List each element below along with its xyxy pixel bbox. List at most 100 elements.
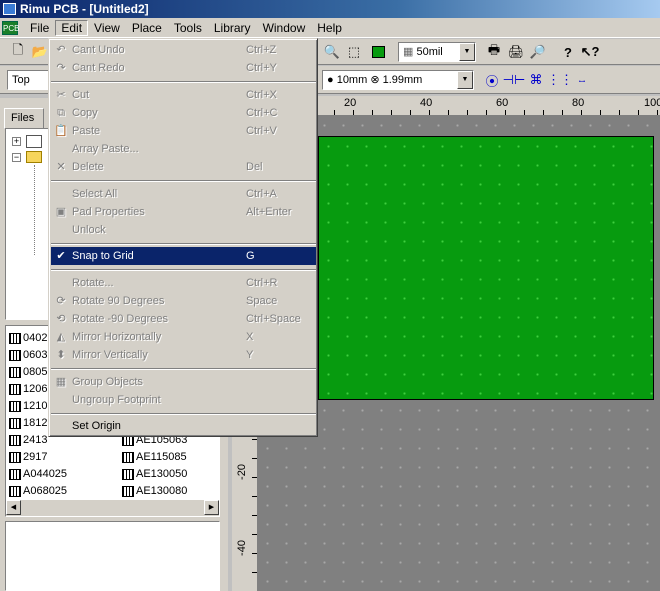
zoom-fit-icon[interactable]: ⬚ bbox=[344, 42, 364, 62]
list-item[interactable]: 1812 bbox=[9, 415, 47, 432]
mirror-vertical-icon: ⬍ bbox=[56, 349, 66, 361]
menu-help[interactable]: Help bbox=[311, 20, 348, 36]
menu-item-mirror-vertically[interactable]: ⬍ Mirror Vertically Y bbox=[51, 346, 316, 364]
scroll-right-icon[interactable]: ▶ bbox=[204, 500, 219, 515]
list-item[interactable]: 0603 bbox=[9, 347, 47, 364]
footprint-icon bbox=[122, 452, 134, 463]
menu-item-set-origin[interactable]: Set Origin bbox=[51, 417, 316, 435]
mirror-horizontal-icon: ◭ bbox=[56, 331, 66, 343]
list-item[interactable]: A068025 bbox=[9, 483, 67, 500]
footprint-icon bbox=[9, 452, 21, 463]
menu-item-group-objects[interactable]: ▦ Group Objects bbox=[51, 373, 316, 391]
list-item[interactable]: 1206 bbox=[9, 381, 47, 398]
layer-select[interactable]: Top bbox=[7, 70, 49, 90]
footprint-icon bbox=[9, 486, 21, 497]
pcb-board[interactable] bbox=[318, 136, 654, 400]
parts-scrollbar[interactable]: ◀ ▶ bbox=[6, 500, 219, 516]
via-icon[interactable]: ⦿ bbox=[482, 70, 502, 90]
copy-icon: ⧉ bbox=[57, 107, 65, 119]
menu-window[interactable]: Window bbox=[257, 20, 312, 36]
menu-item-paste[interactable]: 📋 Paste Ctrl+V bbox=[51, 122, 316, 140]
checkmark-icon: ✔ bbox=[56, 250, 66, 262]
footprint-icon bbox=[9, 367, 21, 378]
properties-box bbox=[5, 521, 220, 591]
group-icon: ▦ bbox=[55, 376, 67, 388]
open-folder-icon[interactable]: 📂 bbox=[30, 42, 50, 62]
menu-separator bbox=[51, 81, 316, 83]
list-item[interactable]: AE130080 bbox=[122, 483, 187, 500]
new-file-icon[interactable]: 🗋 bbox=[8, 42, 28, 62]
component-icon[interactable]: ⌘ bbox=[526, 70, 546, 90]
grid-size-select[interactable]: ▦ 50mil ▼ bbox=[398, 42, 476, 62]
tab-files[interactable]: Files bbox=[4, 108, 44, 129]
menu-file[interactable]: File bbox=[24, 20, 55, 36]
scroll-left-icon[interactable]: ◀ bbox=[6, 500, 21, 515]
expand-icon[interactable]: + bbox=[12, 137, 21, 146]
folder-icon bbox=[26, 151, 42, 163]
ruler-tick-label: 60 bbox=[496, 97, 509, 109]
ruler-tick-label: -40 bbox=[235, 540, 248, 556]
print-icon[interactable]: 🖶 bbox=[484, 42, 504, 62]
document-icon bbox=[26, 135, 42, 148]
menu-item-cut[interactable]: ✂ Cut Ctrl+X bbox=[51, 86, 316, 104]
menu-item-rotate-90[interactable]: ⟳ Rotate 90 Degrees Space bbox=[51, 292, 316, 310]
ruler-ticks bbox=[258, 110, 660, 115]
dashed-rect-icon[interactable]: ⋮⋮ bbox=[547, 70, 573, 90]
menu-item-rotate[interactable]: Rotate... Ctrl+R bbox=[51, 274, 316, 292]
footprint-icon bbox=[9, 384, 21, 395]
list-item[interactable]: 1210 bbox=[9, 398, 47, 415]
list-item[interactable]: AE130050 bbox=[122, 466, 187, 483]
menu-item-copy[interactable]: ⧉ Copy Ctrl+C bbox=[51, 104, 316, 122]
menu-item-delete[interactable]: ✕ Delete Del bbox=[51, 158, 316, 176]
pad-properties-icon: ▣ bbox=[55, 206, 67, 218]
context-help-icon[interactable]: ↖? bbox=[580, 42, 600, 62]
app-window-icon bbox=[3, 3, 16, 15]
menu-view[interactable]: View bbox=[88, 20, 126, 36]
menu-item-snap-to-grid[interactable]: ✔ Snap to Grid G bbox=[51, 247, 316, 265]
edit-menu: ↶ Cant Undo Ctrl+Z ↷ Cant Redo Ctrl+Y ✂ Cut Ct… bbox=[48, 38, 318, 437]
menu-item-pad-properties[interactable]: ▣ Pad Properties Alt+Enter bbox=[51, 203, 316, 221]
list-item[interactable]: 2917 bbox=[9, 449, 47, 466]
list-item[interactable]: AE115085 bbox=[122, 449, 187, 466]
menu-item-redo[interactable]: ↷ Cant Redo Ctrl+Y bbox=[51, 59, 316, 77]
menu-item-select-all[interactable]: Select All Ctrl+A bbox=[51, 185, 316, 203]
menu-library[interactable]: Library bbox=[208, 20, 257, 36]
dropdown-arrow-icon[interactable]: ▼ bbox=[457, 71, 473, 89]
help-icon[interactable]: ? bbox=[558, 42, 578, 62]
capacitor-icon[interactable]: ⊣⊢ bbox=[503, 70, 526, 90]
list-item[interactable]: 2413 bbox=[9, 432, 47, 449]
menu-item-mirror-horizontally[interactable]: ◭ Mirror Horizontally X bbox=[51, 328, 316, 346]
scissors-icon: ✂ bbox=[56, 89, 66, 101]
rotate-cw-icon: ⟳ bbox=[56, 295, 66, 307]
ruler-tick-label: -20 bbox=[235, 464, 248, 480]
menu-edit[interactable]: Edit bbox=[55, 19, 89, 36]
paste-icon: 📋 bbox=[54, 125, 68, 137]
list-item[interactable]: A044025 bbox=[9, 466, 67, 483]
connector-icon[interactable]: ⧿ bbox=[572, 70, 592, 90]
list-item[interactable]: 0805 bbox=[9, 364, 47, 381]
layer-value: Top bbox=[12, 74, 30, 86]
menu-separator bbox=[51, 413, 316, 415]
footprint-icon bbox=[9, 350, 21, 361]
footprint-icon bbox=[9, 333, 21, 344]
app-document-icon[interactable]: PCB bbox=[2, 20, 19, 35]
zoom-icon[interactable]: 🔍 bbox=[322, 42, 342, 62]
menu-item-rotate-neg90[interactable]: ⟲ Rotate -90 Degrees Ctrl+Space bbox=[51, 310, 316, 328]
tree-line bbox=[34, 165, 35, 255]
menu-tools[interactable]: Tools bbox=[168, 20, 208, 36]
print-setup-icon[interactable]: 🖨 bbox=[506, 42, 526, 62]
menu-item-array-paste[interactable]: Array Paste... bbox=[51, 140, 316, 158]
dropdown-arrow-icon[interactable]: ▼ bbox=[459, 43, 475, 61]
ruler-top: 20 40 60 80 100 bbox=[258, 96, 660, 116]
print-preview-icon[interactable]: 🔎 bbox=[528, 42, 548, 62]
track-width-select[interactable]: ● 10mm ⊗ 1.99mm ▼ bbox=[322, 70, 474, 90]
board-view-icon[interactable] bbox=[368, 42, 388, 62]
menu-item-undo[interactable]: ↶ Cant Undo Ctrl+Z bbox=[51, 41, 316, 59]
menu-item-unlock[interactable]: Unlock bbox=[51, 221, 316, 239]
menu-item-ungroup-footprint[interactable]: Ungroup Footprint bbox=[51, 391, 316, 409]
rotate-ccw-icon: ⟲ bbox=[56, 313, 66, 325]
ruler-tick-label: 40 bbox=[420, 97, 433, 109]
list-item[interactable]: 0402 bbox=[9, 330, 47, 347]
menu-place[interactable]: Place bbox=[126, 20, 168, 36]
collapse-icon[interactable]: − bbox=[12, 153, 21, 162]
